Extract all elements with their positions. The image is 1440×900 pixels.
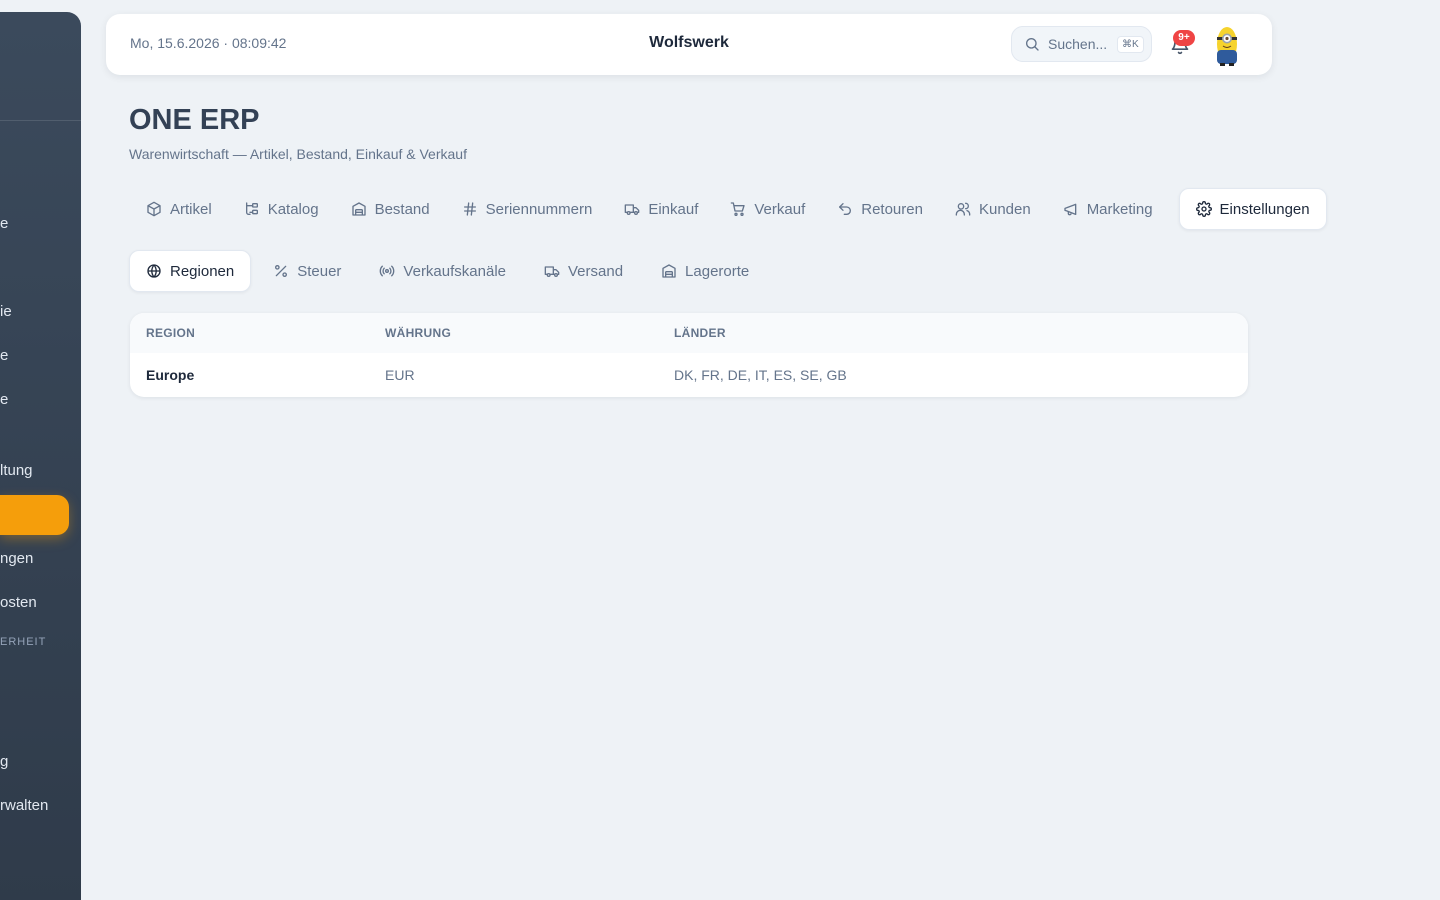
subtab-label: Versand — [568, 262, 624, 280]
tab-label: Artikel — [170, 200, 212, 218]
notification-badge: 9+ — [1173, 30, 1195, 46]
subtab-versand[interactable]: Versand — [528, 250, 639, 292]
hash-icon — [463, 202, 476, 216]
sidebar-section-label: ERHEIT — [0, 636, 47, 648]
top-header: Mo, 15.6.2026 · 08:09:42 Wolfswerk ⌘K 9+ — [106, 14, 1272, 75]
globe-icon — [147, 264, 161, 278]
undo-icon — [839, 203, 852, 215]
page-title: ONE ERP — [129, 104, 260, 136]
tab-kunden[interactable]: Kunden — [939, 188, 1047, 230]
tab-einkauf[interactable]: Einkauf — [608, 188, 714, 230]
sidebar-item[interactable]: e — [0, 346, 8, 366]
search-shortcut: ⌘K — [1117, 35, 1144, 53]
subtab-label: Regionen — [170, 262, 235, 280]
truck-icon — [624, 204, 640, 215]
tab-label: Katalog — [267, 200, 319, 218]
subtab-lagerorte[interactable]: Lagerorte — [645, 250, 765, 292]
subtab-steuer[interactable]: Steuer — [257, 250, 357, 292]
sidebar-divider — [0, 120, 81, 121]
tab-label: Retouren — [861, 200, 923, 218]
sidebar-item[interactable]: ie — [0, 302, 12, 322]
tab-label: Seriennummern — [485, 200, 593, 218]
tab-katalog[interactable]: Katalog — [228, 188, 335, 230]
column-header-currency[interactable]: WÄHRUNG — [385, 326, 451, 340]
tab-seriennummern[interactable]: Seriennummern — [446, 188, 609, 230]
warehouse-icon — [351, 202, 366, 216]
settings-subtabs: Regionen Steuer Verkaufskanäle Versand L… — [129, 250, 771, 292]
column-header-region[interactable]: REGION — [146, 326, 195, 340]
tab-marketing[interactable]: Marketing — [1047, 188, 1169, 230]
sidebar-item[interactable]: osten — [0, 593, 37, 613]
broadcast-icon — [380, 265, 395, 277]
table-header: REGION WÄHRUNG LÄNDER — [130, 313, 1248, 353]
search-box[interactable]: ⌘K — [1011, 26, 1152, 62]
sidebar-item[interactable]: ltung — [0, 461, 33, 481]
sidebar-item[interactable]: ngen — [0, 549, 33, 569]
avatar[interactable] — [1214, 24, 1240, 66]
subtab-regionen[interactable]: Regionen — [129, 250, 252, 292]
tab-label: Marketing — [1086, 200, 1153, 218]
tab-retouren[interactable]: Retouren — [821, 188, 939, 230]
cart-icon — [731, 202, 746, 216]
megaphone-icon — [1064, 203, 1077, 216]
page-subtitle: Warenwirtschaft — Artikel, Bestand, Eink… — [129, 146, 467, 162]
users-icon — [955, 202, 971, 216]
header-datetime: Mo, 15.6.2026 · 08:09:42 — [130, 35, 287, 51]
main-tabs: Artikel Katalog Bestand Seriennummern Ei… — [130, 188, 1327, 230]
sidebar-item-active[interactable] — [0, 495, 69, 535]
percent-icon — [275, 265, 288, 277]
sidebar: e ie e e ltung ngen osten ERHEIT g rwalt… — [0, 12, 81, 900]
subtab-label: Lagerorte — [685, 262, 750, 280]
table-row[interactable]: Europe EUR DK, FR, DE, IT, ES, SE, GB — [130, 353, 1248, 397]
cell-countries: DK, FR, DE, IT, ES, SE, GB — [674, 367, 847, 383]
subtab-label: Steuer — [297, 262, 342, 280]
sidebar-item[interactable]: e — [0, 390, 8, 410]
subtab-verkaufskanaele[interactable]: Verkaufskanäle — [363, 250, 522, 292]
sidebar-item[interactable]: e — [0, 214, 8, 234]
search-icon — [1026, 38, 1039, 51]
tab-label: Verkauf — [754, 200, 806, 218]
tab-label: Bestand — [374, 200, 430, 218]
regions-table: REGION WÄHRUNG LÄNDER Europe EUR DK, FR,… — [130, 313, 1248, 397]
warehouse-icon — [662, 264, 676, 278]
box-icon — [147, 201, 161, 217]
tab-bestand[interactable]: Bestand — [335, 188, 446, 230]
tab-label: Einstellungen — [1219, 200, 1310, 218]
gear-icon — [1195, 201, 1212, 217]
cell-region: Europe — [146, 367, 195, 383]
sidebar-item[interactable]: rwalten — [0, 796, 48, 816]
cell-currency: EUR — [385, 367, 415, 383]
column-header-countries[interactable]: LÄNDER — [674, 326, 726, 340]
catalog-icon — [245, 202, 258, 215]
truck-icon — [544, 266, 560, 277]
sidebar-item[interactable]: g — [0, 752, 8, 772]
search-input[interactable] — [1048, 36, 1114, 52]
subtab-label: Verkaufskanäle — [403, 262, 506, 280]
tab-artikel[interactable]: Artikel — [130, 188, 228, 230]
tab-verkauf[interactable]: Verkauf — [714, 188, 821, 230]
tab-label: Einkauf — [648, 200, 699, 218]
tab-label: Kunden — [978, 200, 1031, 218]
tab-einstellungen[interactable]: Einstellungen — [1178, 188, 1327, 230]
